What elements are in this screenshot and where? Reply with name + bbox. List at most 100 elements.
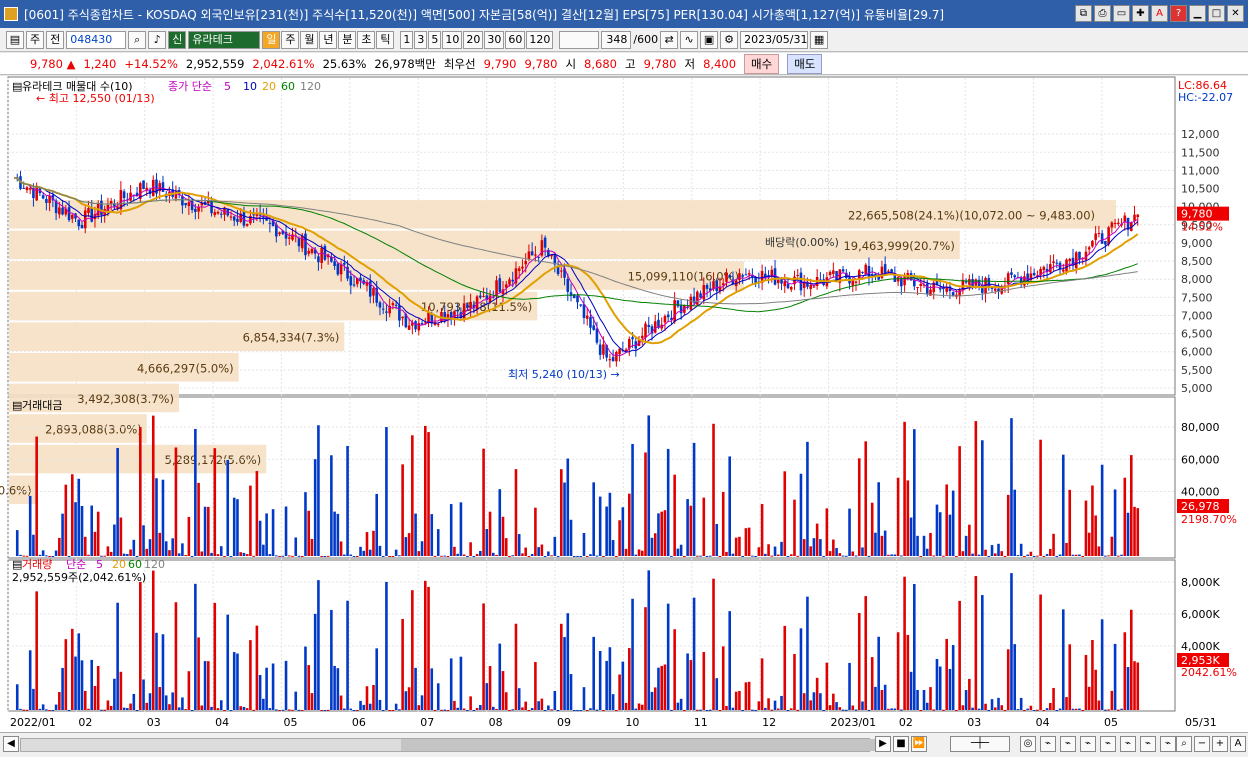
tool-6-icon[interactable]: ⌁ <box>1140 736 1156 752</box>
minute-tab-5[interactable]: 5 <box>428 30 442 49</box>
period-tab-5[interactable]: 초 <box>357 30 376 49</box>
minute-tab-20[interactable]: 20 <box>463 30 484 49</box>
zoom-in-icon[interactable]: + <box>1212 736 1228 752</box>
print-icon[interactable]: ⎙ <box>1094 5 1111 22</box>
minute-tab-120[interactable]: 120 <box>526 30 554 49</box>
custom-interval-input[interactable] <box>559 30 600 49</box>
period-tab-6[interactable]: 틱 <box>376 30 395 49</box>
zoom-reset-icon[interactable]: ◎ <box>1020 736 1036 752</box>
volume-bar <box>543 710 547 711</box>
amount-bar <box>1078 554 1081 556</box>
tool-1-icon[interactable]: ⌁ <box>1040 736 1056 752</box>
period-tab-3[interactable]: 년 <box>319 30 338 49</box>
zoom-out-icon[interactable]: − <box>1194 736 1210 752</box>
volume-bar <box>245 708 249 710</box>
period-tab-1[interactable]: 주 <box>281 30 300 49</box>
minute-tab-60[interactable]: 60 <box>505 30 526 49</box>
scroll-track[interactable] <box>20 738 891 752</box>
indicator-icon[interactable]: ∿ <box>680 30 699 49</box>
tool-5-icon[interactable]: ⌁ <box>1120 736 1136 752</box>
minute-tab-3[interactable]: 3 <box>414 30 428 49</box>
volume-bar <box>789 708 793 710</box>
scroll-thumb[interactable] <box>401 739 891 751</box>
profile-label-8: 5,289,172(5.6%) <box>165 453 262 467</box>
minute-tab-1[interactable]: 1 <box>400 30 414 49</box>
speed-slider[interactable]: ─┼─ <box>950 736 1010 752</box>
volume-bar <box>420 695 424 710</box>
minute-tab-10[interactable]: 10 <box>442 30 463 49</box>
amount-bar <box>200 551 204 556</box>
volume-bar <box>806 596 809 710</box>
speaker-icon[interactable]: ♪ <box>148 30 167 49</box>
screen-icon[interactable]: ▭ <box>1113 5 1130 22</box>
chart-type-icon[interactable]: ⇄ <box>660 30 679 49</box>
search-icon[interactable]: ⌕ <box>128 30 147 49</box>
candle-body <box>841 269 845 272</box>
period-tab-4[interactable]: 분 <box>338 30 357 49</box>
close-icon[interactable]: ✕ <box>1227 5 1244 22</box>
font-icon[interactable]: A <box>1151 5 1168 22</box>
volume-bar <box>255 625 259 710</box>
stop-icon[interactable]: ■ <box>893 736 909 752</box>
tool-3-icon[interactable]: ⌁ <box>1080 736 1096 752</box>
volume-bar <box>1065 697 1068 710</box>
amount-bar <box>258 520 262 556</box>
candle-body <box>598 344 602 355</box>
pin-icon[interactable]: ✚ <box>1132 5 1149 22</box>
amount-bar <box>1113 489 1117 556</box>
volume-bar <box>744 682 748 710</box>
tool-2-icon[interactable]: ⌁ <box>1060 736 1076 752</box>
zoom-search-icon[interactable]: ⌕ <box>1176 736 1192 752</box>
play-icon[interactable]: ▶ <box>875 736 891 752</box>
chart-area[interactable]: 12,00011,50011,00010,50010,0009,5009,000… <box>0 76 1248 732</box>
volume-bar <box>1097 700 1101 710</box>
calendar-icon[interactable]: ▦ <box>810 30 829 49</box>
prev-button[interactable]: 전 <box>46 30 65 49</box>
stock-name[interactable]: 유라테크 <box>188 30 261 49</box>
volume-bar <box>135 709 139 711</box>
scroll-left-icon[interactable]: ◀ <box>3 736 19 752</box>
amount-bar <box>990 545 994 556</box>
candle-body <box>644 323 647 338</box>
tool-4-icon[interactable]: ⌁ <box>1100 736 1116 752</box>
volume-bar <box>916 689 919 710</box>
volume-bar <box>449 658 453 710</box>
amount-bar <box>317 425 320 556</box>
volume-bar <box>964 690 968 710</box>
market-select[interactable]: 주 <box>26 30 45 49</box>
auto-scale-icon[interactable]: A <box>1230 736 1246 752</box>
x-end-label: 05/31 <box>1185 716 1217 729</box>
candle-body <box>1065 259 1068 272</box>
minimize-icon[interactable]: ▁ <box>1189 5 1206 22</box>
volume-bar <box>576 709 579 711</box>
volume-bar <box>485 683 489 710</box>
period-tab-2[interactable]: 월 <box>300 30 319 49</box>
period-tab-0[interactable]: 일 <box>262 30 281 49</box>
sell-button[interactable]: 매도 <box>787 53 823 74</box>
help-icon[interactable]: ? <box>1170 5 1187 22</box>
amount-bar <box>637 549 641 556</box>
date-input[interactable]: 2023/05/31 <box>740 30 809 49</box>
minute-tab-30[interactable]: 30 <box>484 30 505 49</box>
save-icon[interactable]: ▣ <box>700 30 719 49</box>
volume-bar <box>592 636 595 710</box>
amount-bar <box>423 425 427 556</box>
volume-bar <box>116 602 119 710</box>
volume-bar <box>1006 649 1010 710</box>
volume-bar <box>890 708 893 710</box>
stock-code-input[interactable]: 048430 <box>66 30 127 49</box>
chart-menu-icon[interactable]: ▤ <box>6 30 24 49</box>
tool-7-icon[interactable]: ⌁ <box>1160 736 1176 752</box>
amount-bar <box>605 506 608 556</box>
maximize-icon[interactable]: □ <box>1208 5 1225 22</box>
amount-bar <box>339 541 343 556</box>
amount-bar <box>194 428 197 556</box>
data-count-input[interactable]: 348 <box>601 30 632 49</box>
candle-body <box>1094 233 1097 240</box>
link-icon[interactable]: ⧉ <box>1075 5 1092 22</box>
volume-bar <box>223 709 226 711</box>
settings-icon[interactable]: ⚙ <box>720 30 739 49</box>
fast-forward-icon[interactable]: ⏩ <box>911 736 927 752</box>
buy-button[interactable]: 매수 <box>744 53 780 74</box>
volume-bar <box>1016 709 1020 711</box>
